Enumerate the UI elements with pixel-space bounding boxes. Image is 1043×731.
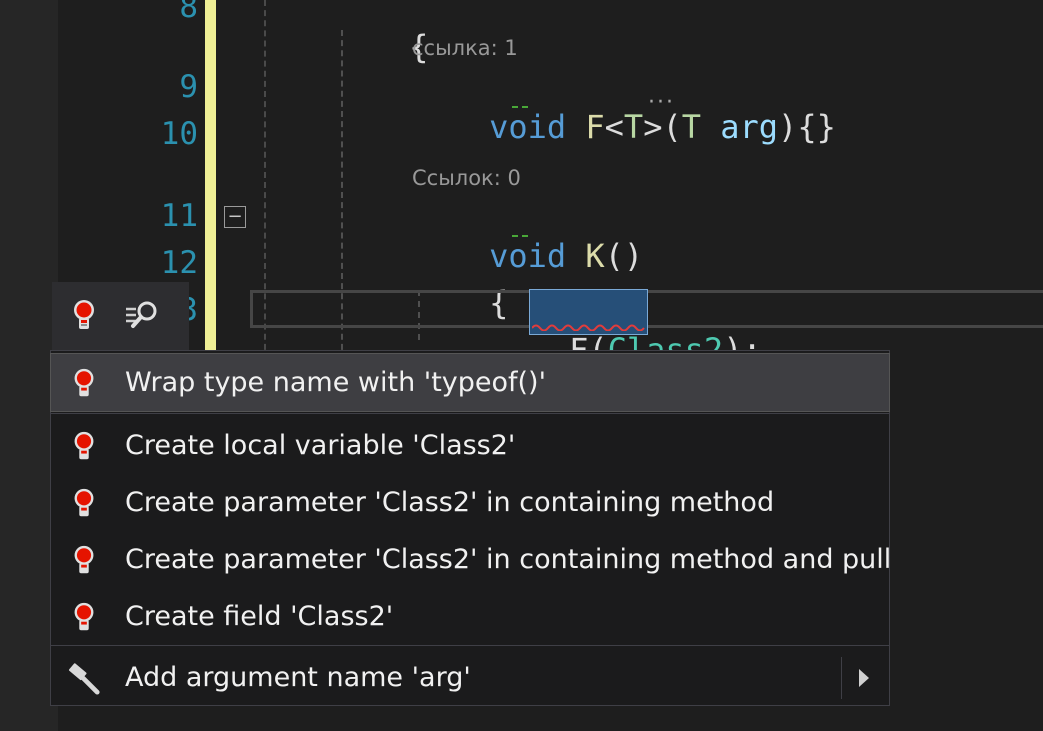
error-lightbulb-icon[interactable] [66,296,102,334]
line-number: 9 [179,69,198,105]
menu-item-add-argument-name[interactable]: Add argument name 'arg' [51,649,889,706]
menu-item-label: Create parameter 'Class2' in containing … [125,487,775,518]
menu-item-create-local-variable[interactable]: Create local variable 'Class2' [51,417,889,474]
suggestion-dots: ··· [648,90,675,115]
error-lightbulb-icon [67,427,101,465]
punctuation: ){} [778,108,836,146]
quick-actions-menu[interactable]: Wrap type name with 'typeof()' Create lo… [50,350,892,706]
lightbulb-strip [52,282,189,350]
menu-item-label: Create parameter 'Class2' in containing … [125,544,892,575]
punctuation: < [604,108,624,146]
line-number: 11 [160,198,198,234]
suggestion-underline [512,235,528,237]
line-number: 8 [179,0,198,25]
punctuation: () [604,237,644,275]
type-parameter: T [623,108,644,146]
menu-item-label: Add argument name 'arg' [125,662,471,693]
parameter-type: T [681,108,701,146]
error-lightbulb-icon [67,541,101,579]
menu-separator [51,645,889,646]
keyword: void [489,108,567,146]
suggestion-underline [512,106,528,108]
line-number: 12 [160,245,198,281]
menu-item-create-field[interactable]: Create field 'Class2' [51,588,889,645]
codelens-references[interactable]: Ссылок: 0 [412,166,521,190]
menu-separator [51,413,889,414]
menu-item-label: Wrap type name with 'typeof()' [125,367,547,398]
hammer-icon [67,659,101,697]
menu-item-label: Create field 'Class2' [125,601,394,632]
menu-item-label: Create local variable 'Class2' [125,430,516,461]
error-lightbulb-icon [67,598,101,636]
menu-item-create-parameter-and-pull[interactable]: Create parameter 'Class2' in containing … [51,531,892,588]
line-number: 10 [160,116,198,152]
method-name: K [585,237,605,275]
menu-item-create-parameter[interactable]: Create parameter 'Class2' in containing … [51,474,889,531]
quick-actions-search-icon[interactable] [124,296,160,334]
codelens-references[interactable]: ссылка: 1 [412,36,518,60]
parameter-name: arg [720,108,779,146]
error-lightbulb-icon [67,364,101,402]
error-squiggle [532,324,645,331]
change-tracking-bar [205,0,216,360]
menu-item-wrap-typeof[interactable]: Wrap type name with 'typeof()' [50,353,890,412]
submenu-separator [841,657,842,699]
collapse-region-button[interactable]: − [224,206,246,228]
error-lightbulb-icon [67,484,101,522]
submenu-arrow-icon[interactable] [859,669,869,687]
method-name: F [585,108,605,146]
